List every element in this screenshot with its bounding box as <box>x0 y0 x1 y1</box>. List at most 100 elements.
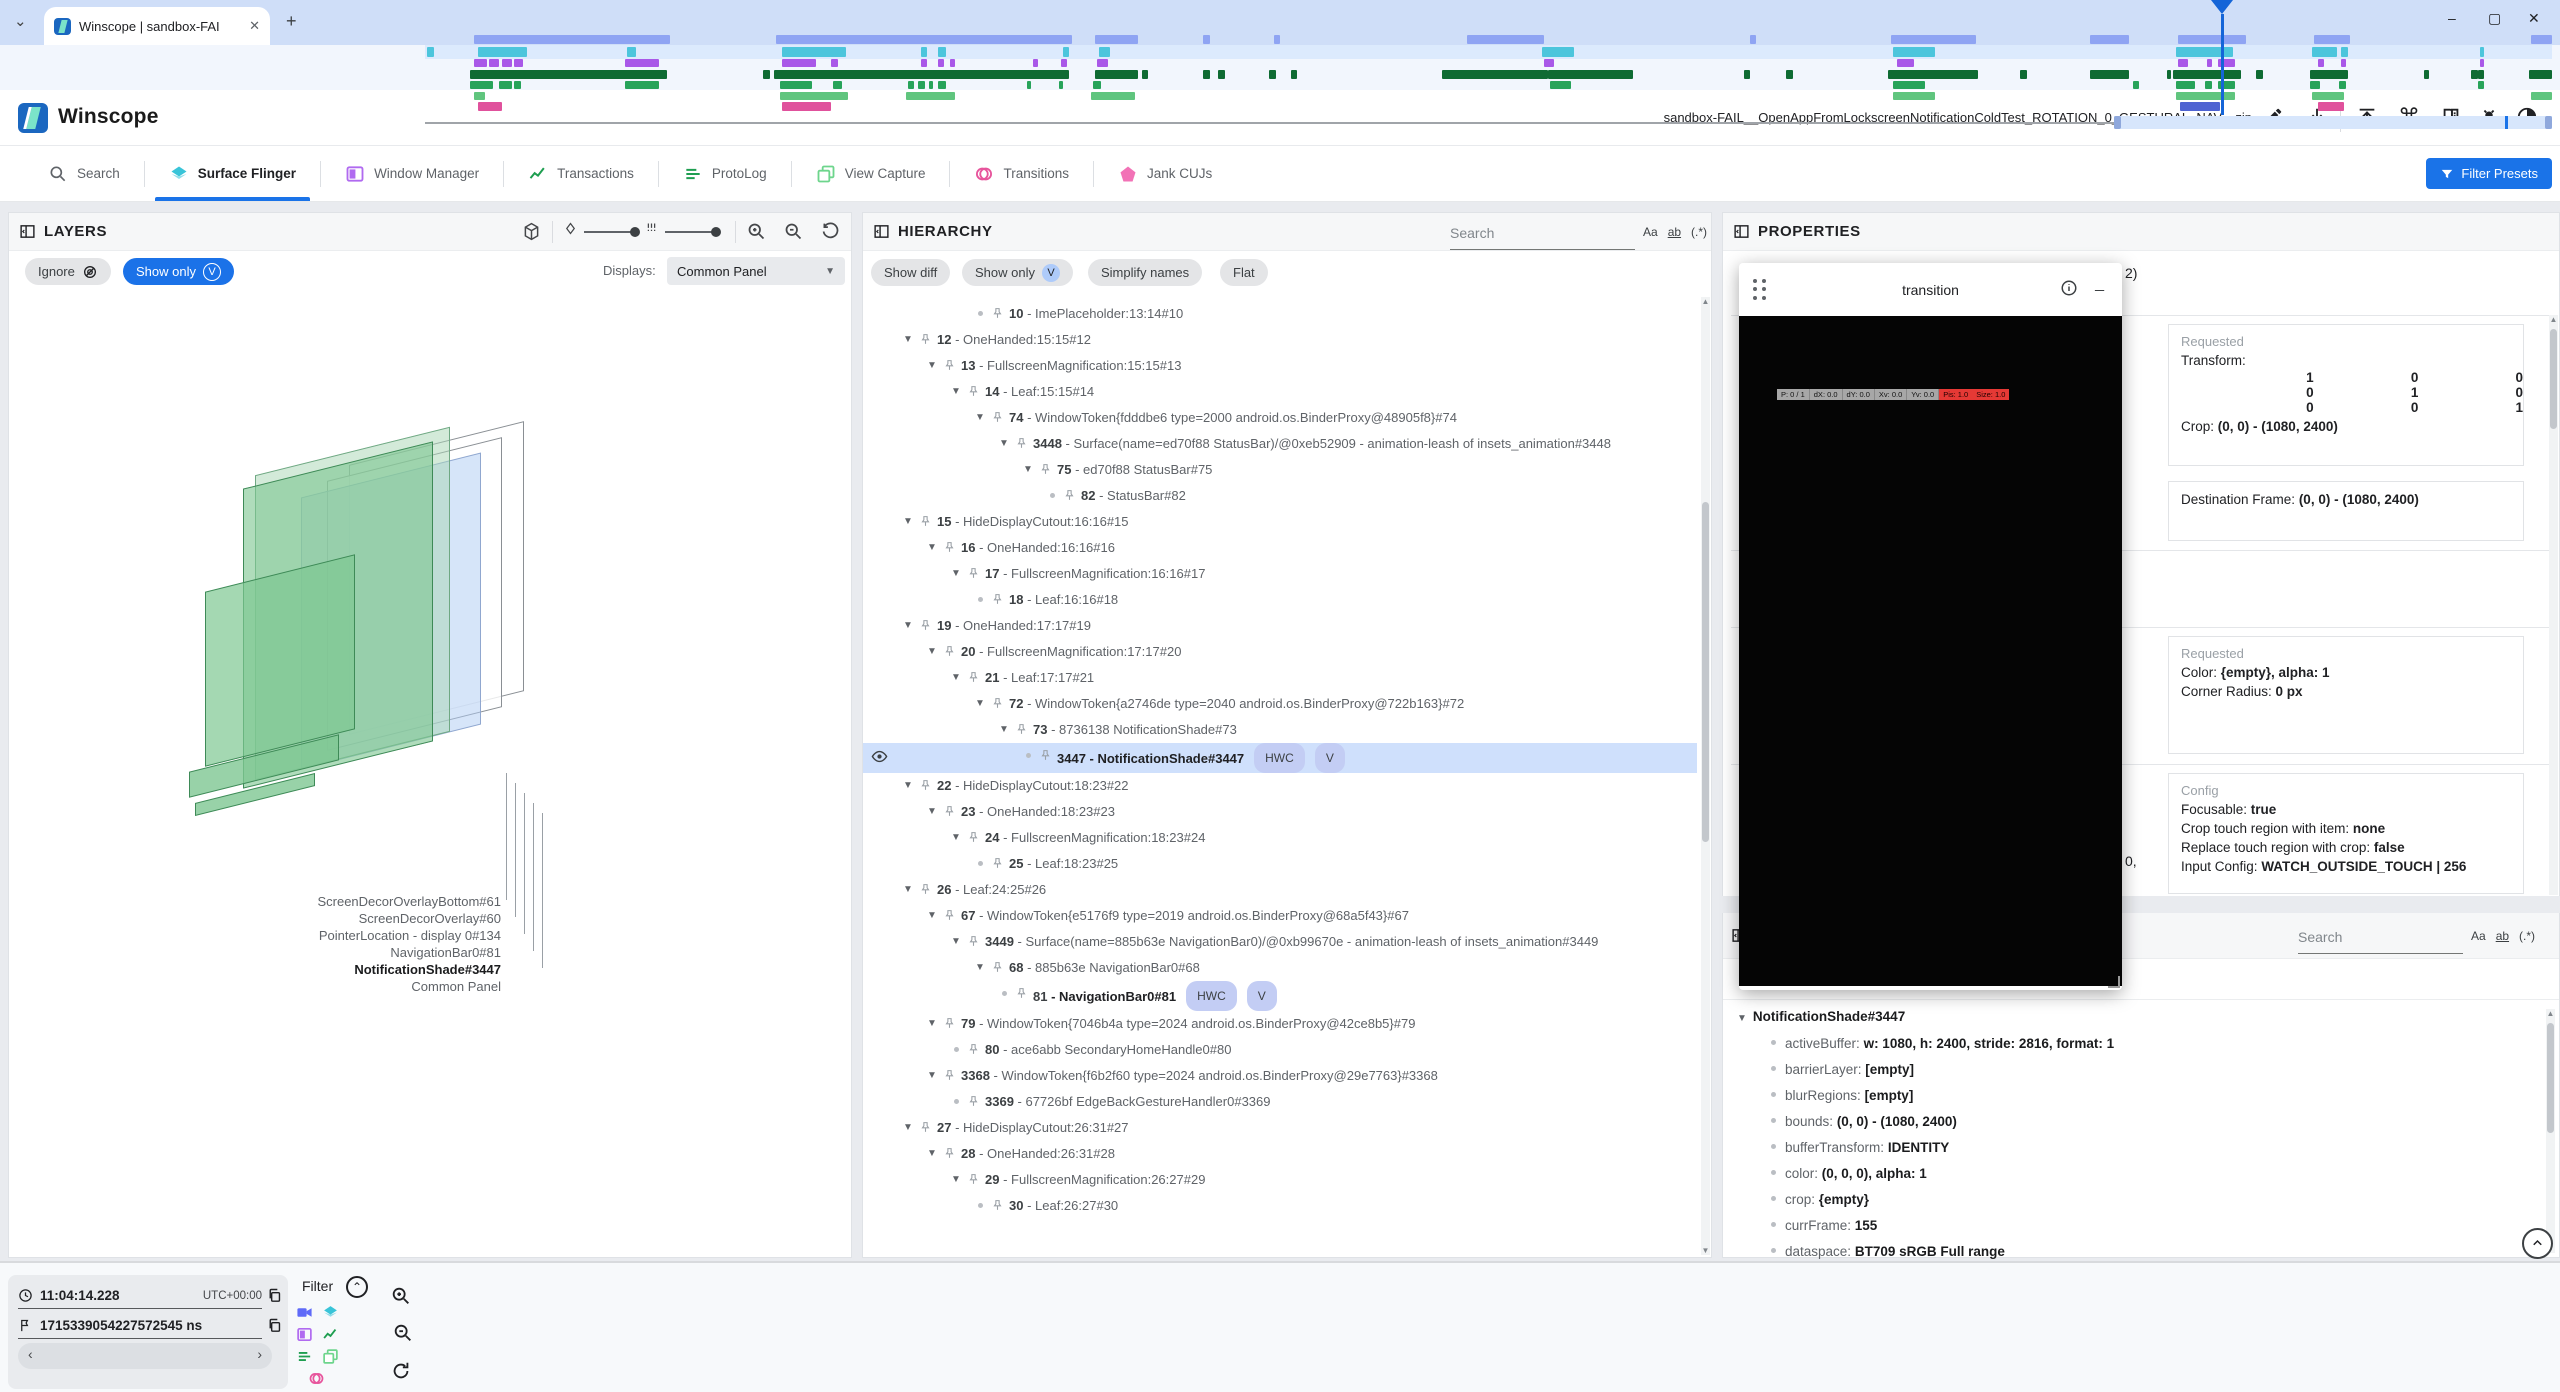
pin-icon[interactable] <box>991 857 1004 870</box>
match-case-button[interactable]: Aa <box>2471 929 2486 943</box>
pin-icon[interactable] <box>1015 723 1028 736</box>
tree-node-67[interactable]: ▼67 - WindowToken{e5176f9 type=2019 andr… <box>863 903 1697 929</box>
range-handle-left[interactable] <box>2114 116 2121 129</box>
ns-value[interactable]: 1715339054227572545 ns <box>40 1318 202 1333</box>
chip-flat[interactable]: Flat <box>1220 259 1268 286</box>
pin-icon[interactable] <box>991 307 1004 320</box>
trace-segment[interactable] <box>1542 47 1574 57</box>
transactions-filter-icon[interactable] <box>322 1326 339 1343</box>
cube-3d-icon[interactable] <box>521 221 542 242</box>
pin-icon[interactable] <box>919 619 932 632</box>
trace-segment[interactable] <box>782 59 816 67</box>
trace-segment[interactable] <box>2318 59 2324 67</box>
tree-node-17[interactable]: ▼17 - FullscreenMagnification:16:16#17 <box>863 561 1697 587</box>
trace-segment[interactable] <box>1063 47 1069 57</box>
props-item-currFrame[interactable]: currFrame: 155 <box>1771 1218 1877 1233</box>
trace-segment[interactable] <box>1891 35 1976 44</box>
trace-segment[interactable] <box>763 70 769 79</box>
trace-segment[interactable] <box>2256 70 2262 79</box>
trace-segment[interactable] <box>2207 59 2211 67</box>
expand-caret-icon[interactable]: ▼ <box>901 877 915 903</box>
protolog-filter-icon[interactable] <box>296 1348 313 1365</box>
trace-segment[interactable] <box>938 81 947 89</box>
tree-node-18[interactable]: 18 - Leaf:16:16#18 <box>863 587 1697 613</box>
tree-node-10[interactable]: 10 - ImePlaceholder:13:14#10 <box>863 301 1697 327</box>
expand-caret-icon[interactable]: ▼ <box>925 535 939 561</box>
pin-icon[interactable] <box>967 671 980 684</box>
timeline-row-surface-flinger[interactable] <box>425 47 2552 57</box>
tab-transactions[interactable]: Transactions <box>504 146 658 201</box>
trace-segment[interactable] <box>2531 92 2552 100</box>
timeline-row-protolog[interactable] <box>425 81 2552 89</box>
trace-segment[interactable] <box>2310 70 2348 79</box>
trace-segment[interactable] <box>1099 47 1110 57</box>
trace-segment[interactable] <box>1203 70 1209 79</box>
trace-segment[interactable] <box>782 47 846 57</box>
tab-jank-cujs[interactable]: Jank CUJs <box>1094 146 1236 201</box>
tree-node-73[interactable]: ▼73 - 8736138 NotificationShade#73 <box>863 717 1697 743</box>
pin-icon[interactable] <box>943 359 956 372</box>
tree-node-3369[interactable]: 3369 - 67726bf EdgeBackGestureHandler0#3… <box>863 1089 1697 1115</box>
trace-segment[interactable] <box>514 81 520 89</box>
expand-caret-icon[interactable]: ▼ <box>925 1011 939 1037</box>
trace-segment[interactable] <box>474 35 670 44</box>
trace-segment[interactable] <box>950 59 954 67</box>
browser-tab[interactable]: Winscope | sandbox-FAI ✕ <box>44 7 270 45</box>
pin-icon[interactable] <box>943 909 956 922</box>
zoom-in-icon[interactable] <box>746 221 767 242</box>
timeline-row-view-capture[interactable] <box>425 92 2552 100</box>
tree-node-15[interactable]: ▼15 - HideDisplayCutout:16:16#15 <box>863 509 1697 535</box>
match-case-button[interactable]: Aa <box>1643 225 1658 239</box>
trace-segment[interactable] <box>918 81 924 89</box>
step-back-icon[interactable]: ‹ <box>28 1346 33 1362</box>
range-selection[interactable] <box>2114 116 2552 129</box>
pin-icon[interactable] <box>919 883 932 896</box>
pin-icon[interactable] <box>967 935 980 948</box>
trace-segment[interactable] <box>502 59 513 67</box>
tree-node-22[interactable]: ▼22 - HideDisplayCutout:18:23#22 <box>863 773 1697 799</box>
pin-icon[interactable] <box>967 1095 980 1108</box>
trace-segment[interactable] <box>1744 70 1750 79</box>
scrollbar[interactable]: ▲ ▼ <box>1701 297 1710 1255</box>
spacing-slider[interactable] <box>665 231 717 233</box>
minimize-overlay-icon[interactable]: _ <box>2095 275 2104 293</box>
trace-segment[interactable] <box>1274 35 1280 44</box>
trace-segment[interactable] <box>1033 59 1037 67</box>
range-track[interactable] <box>425 122 2114 124</box>
trace-segment[interactable] <box>2424 70 2428 79</box>
new-tab-button[interactable]: + <box>286 11 297 32</box>
expand-caret-icon[interactable]: ▼ <box>973 955 987 981</box>
timeline-zoom-out-icon[interactable] <box>392 1322 414 1344</box>
trace-segment[interactable] <box>774 70 1070 79</box>
trace-segment[interactable] <box>1893 81 1925 89</box>
trace-segment[interactable] <box>474 59 487 67</box>
trace-segment[interactable] <box>1093 81 1102 89</box>
rotation-slider[interactable] <box>584 231 636 233</box>
trace-segment[interactable] <box>2310 81 2321 89</box>
chevron-down-icon[interactable]: ⌄ <box>14 12 27 30</box>
trace-segment[interactable] <box>2180 102 2220 111</box>
timeline-zoom-in-icon[interactable] <box>390 1285 412 1307</box>
trace-segment[interactable] <box>2176 47 2233 57</box>
tree-node-81[interactable]: 81 - NavigationBar0#81HWCV <box>863 981 1697 1011</box>
pin-icon[interactable] <box>919 779 932 792</box>
trace-segment[interactable] <box>427 47 433 57</box>
pin-icon[interactable] <box>991 697 1004 710</box>
trace-segment[interactable] <box>833 81 842 89</box>
trace-segment[interactable] <box>2478 70 2484 79</box>
expand-caret-icon[interactable]: ▼ <box>949 825 963 851</box>
transition-overlay-window[interactable]: transition _ P: 0 / 1dX: 0.0dY: 0.0Xv: 0… <box>1739 263 2122 990</box>
trace-segment[interactable] <box>1269 70 1275 79</box>
trace-segment[interactable] <box>1442 70 1548 79</box>
tree-node-19[interactable]: ▼19 - OneHanded:17:17#19 <box>863 613 1697 639</box>
pin-icon[interactable] <box>991 961 1004 974</box>
expand-caret-icon[interactable]: ▼ <box>925 1063 939 1089</box>
trace-segment[interactable] <box>1544 59 1555 67</box>
screen-recording-filter-icon[interactable] <box>296 1304 313 1321</box>
expand-caret-icon[interactable]: ▼ <box>973 691 987 717</box>
trace-segment[interactable] <box>906 92 955 100</box>
trace-segment[interactable] <box>2312 47 2338 57</box>
trace-segment[interactable] <box>625 81 659 89</box>
tree-node-23[interactable]: ▼23 - OneHanded:18:23#23 <box>863 799 1697 825</box>
trace-segment[interactable] <box>470 70 668 79</box>
